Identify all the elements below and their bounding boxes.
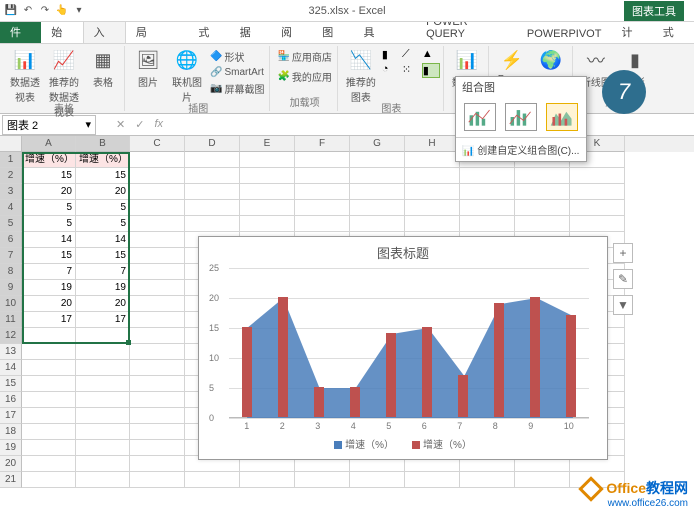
group-apps: 🏪应用商店 🧩我的应用 加载项 xyxy=(272,46,337,111)
quick-access-toolbar: 💾 ↶ ↷ 👆 ▾ xyxy=(0,4,86,18)
chart-filter-button[interactable]: ▼ xyxy=(613,295,633,315)
undo-icon[interactable]: ↶ xyxy=(21,4,35,18)
title-bar: 💾 ↶ ↷ 👆 ▾ 325.xlsx - Excel 图表工具 xyxy=(0,0,694,22)
formula-bar-row: 图表 2▾ ✕ ✓ fx xyxy=(0,114,694,136)
ribbon: 📊数据透视表 📈推荐的数据透视表 ▦表格 表格 🖼图片 🌐联机图片 🔷形状 🔗S… xyxy=(0,44,694,114)
group-label-tables: 表格 xyxy=(54,100,74,115)
chart-side-buttons: + ✎ ▼ xyxy=(613,243,633,315)
rec-pivot-icon: 📈 xyxy=(52,48,76,72)
pivotchart-icon: 📊 xyxy=(455,48,479,72)
touch-icon[interactable]: 👆 xyxy=(55,4,69,18)
qat-more-icon[interactable]: ▾ xyxy=(72,4,86,18)
sparkline-line-icon: 〰 xyxy=(584,48,608,72)
combo-option-3[interactable] xyxy=(546,103,578,131)
group-charts: 📉推荐的图表 ▮ ⟋ ▲ ◔ ⁙ ▮ 图表 xyxy=(340,46,444,111)
myapps-button[interactable]: 🧩我的应用 xyxy=(275,68,333,85)
window-title: 325.xlsx - Excel xyxy=(308,5,385,17)
save-icon[interactable]: 💾 xyxy=(4,4,18,18)
pivot-button[interactable]: 📊数据透视表 xyxy=(7,48,43,104)
picture-button[interactable]: 🖼图片 xyxy=(130,48,166,89)
combo-chart-dropdown: 组合图 📊 创建自定义组合图(C)... xyxy=(455,76,587,162)
watermark-logo-icon xyxy=(579,476,604,501)
combo-option-1[interactable] xyxy=(464,103,496,131)
watermark: Office教程网 www.office26.com xyxy=(582,478,688,509)
column-headers[interactable]: ABCDEFGHIJK xyxy=(22,136,694,152)
chart-bar-icon[interactable]: ▮ xyxy=(382,48,400,61)
table-button[interactable]: ▦表格 xyxy=(85,48,121,89)
screenshot-button[interactable]: 📷屏幕截图 xyxy=(208,80,266,97)
table-icon: ▦ xyxy=(91,48,115,72)
shapes-button[interactable]: 🔷形状 xyxy=(208,48,266,65)
group-label-charts: 图表 xyxy=(381,100,401,115)
embedded-chart[interactable]: 图表标题 051015202512345678910 增速（%） 增速（%） +… xyxy=(198,236,608,460)
chart-combo-icon[interactable]: ▮ xyxy=(422,63,440,78)
row-headers[interactable]: 123456789101112131415161718192021 xyxy=(0,152,22,488)
chart-title[interactable]: 图表标题 xyxy=(199,237,607,264)
fx-icon[interactable]: fx xyxy=(154,118,163,131)
context-tab-title: 图表工具 xyxy=(624,1,684,21)
smartart-button[interactable]: 🔗SmartArt xyxy=(208,66,266,79)
legend-item-1[interactable]: 增速（%） xyxy=(334,436,394,451)
sparkline-col-icon: ▮ xyxy=(623,48,647,72)
chevron-down-icon[interactable]: ▾ xyxy=(85,118,91,131)
combo-option-2[interactable] xyxy=(505,103,537,131)
rec-chart-icon: 📉 xyxy=(349,48,373,72)
rec-chart-button[interactable]: 📉推荐的图表 xyxy=(343,48,379,104)
combo-custom-button[interactable]: 📊 创建自定义组合图(C)... xyxy=(456,137,586,161)
picture-icon: 🖼 xyxy=(136,48,160,72)
redo-icon[interactable]: ↷ xyxy=(38,4,52,18)
chart-pie-icon[interactable]: ◔ xyxy=(382,63,400,78)
chart-plot: 051015202512345678910 xyxy=(229,268,589,418)
confirm-icon[interactable]: ✓ xyxy=(135,118,144,131)
group-label-apps: 加载项 xyxy=(290,94,320,109)
map-icon: 🌍 xyxy=(539,48,563,72)
chart-style-button[interactable]: ✎ xyxy=(613,269,633,289)
chart-add-element-button[interactable]: + xyxy=(613,243,633,263)
online-pic-icon: 🌐 xyxy=(175,48,199,72)
chart-line-icon[interactable]: ⟋ xyxy=(402,48,420,61)
ribbon-tabs: 文件 开始 插入 页面布局 公式 数据 审阅 视图 开发工具 POWER QUE… xyxy=(0,22,694,44)
group-tables: 📊数据透视表 📈推荐的数据透视表 ▦表格 表格 xyxy=(4,46,125,111)
cancel-icon[interactable]: ✕ xyxy=(116,118,125,131)
tab-powerpivot[interactable]: POWERPIVOT xyxy=(517,25,612,43)
combo-header: 组合图 xyxy=(456,77,586,97)
online-pic-button[interactable]: 🌐联机图片 xyxy=(169,48,205,104)
powerview-icon: ⚡ xyxy=(500,48,524,72)
chart-scatter-icon[interactable]: ⁙ xyxy=(402,63,420,78)
appstore-button[interactable]: 🏪应用商店 xyxy=(275,48,333,65)
annotation-badge: 7 xyxy=(602,70,646,114)
group-illustrations: 🖼图片 🌐联机图片 🔷形状 🔗SmartArt 📷屏幕截图 插图 xyxy=(127,46,270,111)
chart-area-icon[interactable]: ▲ xyxy=(422,48,440,61)
legend-item-2[interactable]: 增速（%） xyxy=(412,436,472,451)
group-label-illus: 插图 xyxy=(188,100,208,115)
select-all-corner[interactable] xyxy=(0,136,22,152)
pivot-icon: 📊 xyxy=(13,48,37,72)
